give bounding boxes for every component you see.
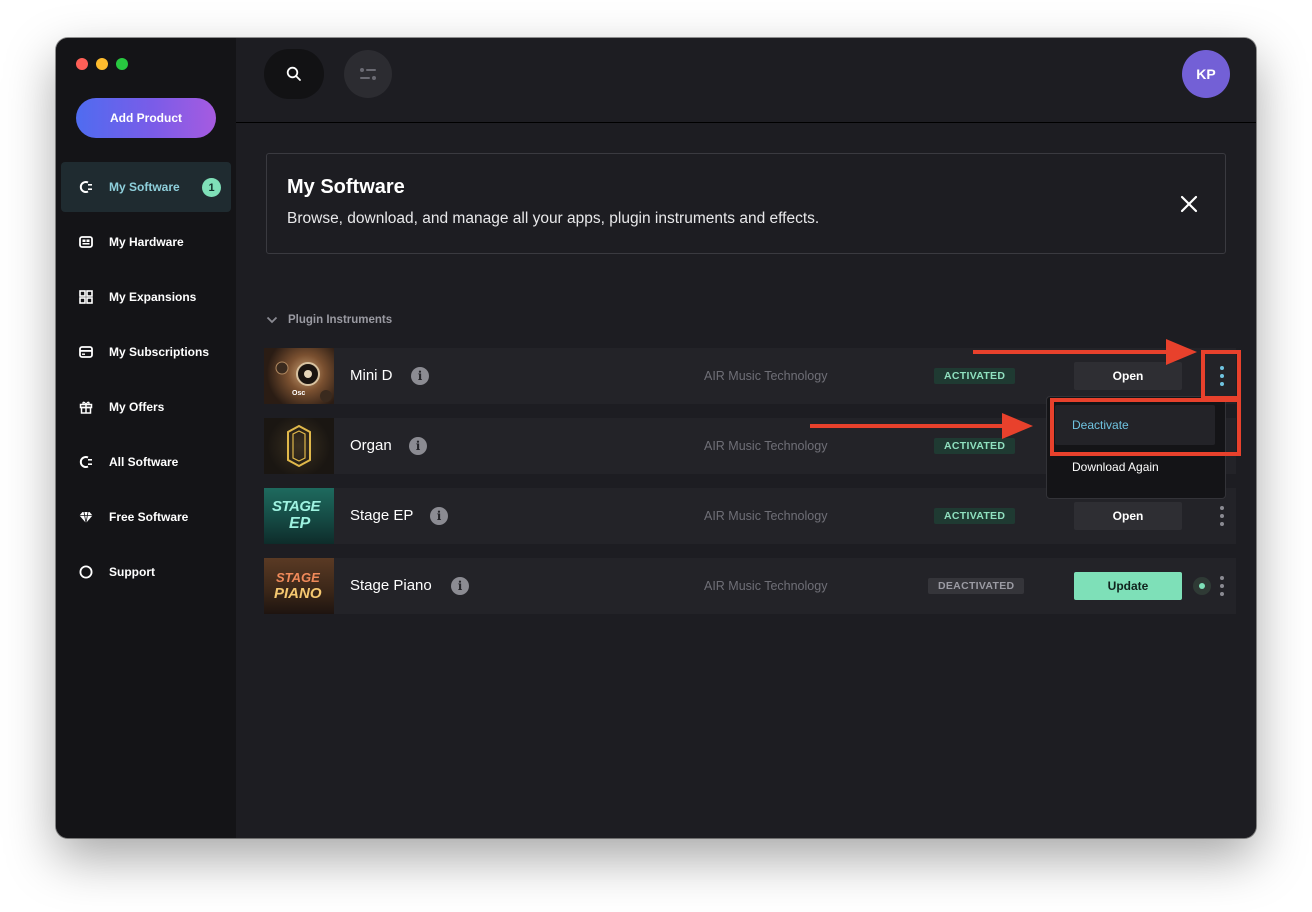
search-button[interactable] (264, 49, 324, 99)
more-options-button[interactable] (1216, 504, 1228, 528)
open-button[interactable]: Open (1074, 502, 1182, 530)
sidebar-item-label: Support (109, 565, 155, 579)
product-thumbnail (264, 418, 334, 474)
add-product-button[interactable]: Add Product (76, 98, 216, 138)
sidebar-item-label: My Hardware (109, 235, 184, 249)
product-vendor: AIR Music Technology (704, 439, 828, 453)
gift-icon (79, 400, 93, 414)
sidebar-nav: My Software 1 My Hardware My Expansions (61, 162, 231, 602)
product-row-stage-piano: STAGE PIANO Stage Piano i AIR Music Tech… (264, 558, 1236, 614)
page-subtitle: Browse, download, and manage all your ap… (287, 210, 820, 227)
status-badge: ACTIVATED (934, 438, 1016, 454)
user-avatar[interactable]: KP (1182, 50, 1230, 98)
sidebar-item-label: My Software (109, 180, 180, 194)
filter-sliders-icon (360, 68, 376, 80)
sidebar-item-label: My Offers (109, 400, 165, 414)
sidebar-item-label: My Expansions (109, 290, 197, 304)
sidebar-item-support[interactable]: Support (61, 547, 231, 597)
more-options-button[interactable] (1216, 364, 1228, 388)
sidebar-item-free-software[interactable]: Free Software (61, 492, 231, 542)
product-name: Mini D (350, 367, 393, 384)
sidebar-item-my-offers[interactable]: My Offers (61, 382, 231, 432)
hardware-icon (79, 235, 93, 249)
product-vendor: AIR Music Technology (704, 369, 828, 383)
thumbnail-label: PIANO (274, 585, 322, 602)
deactivate-menu-item[interactable]: Deactivate (1055, 405, 1215, 445)
product-thumbnail: STAGE PIANO (264, 558, 334, 614)
open-button[interactable]: Open (1074, 362, 1182, 390)
main-content: KP My Software Browse, download, and man… (236, 38, 1256, 838)
section-header-plugin-instruments[interactable]: Plugin Instruments (266, 314, 392, 326)
info-banner: My Software Browse, download, and manage… (266, 153, 1226, 254)
sidebar-item-my-hardware[interactable]: My Hardware (61, 217, 231, 267)
diamond-icon (79, 510, 93, 524)
product-vendor: AIR Music Technology (704, 579, 828, 593)
support-icon (79, 565, 93, 579)
sidebar: Add Product My Software 1 My Hardware My (56, 38, 236, 838)
page-title: My Software (287, 176, 405, 198)
software-icon (79, 180, 93, 194)
info-icon[interactable]: i (411, 367, 429, 385)
download-again-menu-item[interactable]: Download Again (1055, 447, 1215, 487)
product-thumbnail: STAGE EP (264, 488, 334, 544)
subscriptions-icon (79, 345, 93, 359)
sidebar-item-my-subscriptions[interactable]: My Subscriptions (61, 327, 231, 377)
software-icon (79, 455, 93, 469)
product-name: Organ (350, 437, 392, 454)
info-icon[interactable]: i (409, 437, 427, 455)
thumbnail-label: STAGE (276, 570, 320, 585)
thumbnail-label: STAGE (272, 498, 321, 515)
sidebar-item-label: My Subscriptions (109, 345, 210, 359)
thumbnail-label: Osc (292, 390, 306, 397)
product-name: Stage Piano (350, 577, 432, 594)
sidebar-item-label: Free Software (109, 510, 189, 524)
more-options-button[interactable] (1216, 574, 1228, 598)
section-title: Plugin Instruments (288, 314, 393, 326)
update-button[interactable]: Update (1074, 572, 1182, 600)
product-vendor: AIR Music Technology (704, 509, 828, 523)
expansions-icon (79, 290, 93, 304)
close-window-button[interactable] (76, 58, 88, 70)
minimize-window-button[interactable] (96, 58, 108, 70)
top-bar: KP (236, 38, 1256, 123)
product-thumbnail: Osc (264, 348, 334, 404)
close-icon (1180, 195, 1198, 213)
context-menu: Deactivate Download Again (1046, 396, 1226, 499)
count-badge: 1 (202, 178, 221, 197)
window-controls (76, 58, 128, 70)
status-badge: ACTIVATED (934, 368, 1016, 384)
status-badge: DEACTIVATED (928, 578, 1025, 594)
product-name: Stage EP (350, 507, 414, 524)
sidebar-item-all-software[interactable]: All Software (61, 437, 231, 487)
sidebar-item-my-expansions[interactable]: My Expansions (61, 272, 231, 322)
info-icon[interactable]: i (451, 577, 469, 595)
app-window: Add Product My Software 1 My Hardware My (56, 38, 1256, 838)
chevron-down-icon (266, 316, 278, 324)
zoom-window-button[interactable] (116, 58, 128, 70)
banner-close-button[interactable] (1179, 194, 1199, 214)
search-icon (286, 66, 301, 81)
status-badge: ACTIVATED (934, 508, 1016, 524)
thumbnail-label: EP (289, 515, 311, 532)
download-status-icon (1193, 577, 1211, 595)
sidebar-item-label: All Software (109, 455, 179, 469)
sidebar-item-my-software[interactable]: My Software 1 (61, 162, 231, 212)
info-icon[interactable]: i (430, 507, 448, 525)
filter-button[interactable] (344, 50, 392, 98)
